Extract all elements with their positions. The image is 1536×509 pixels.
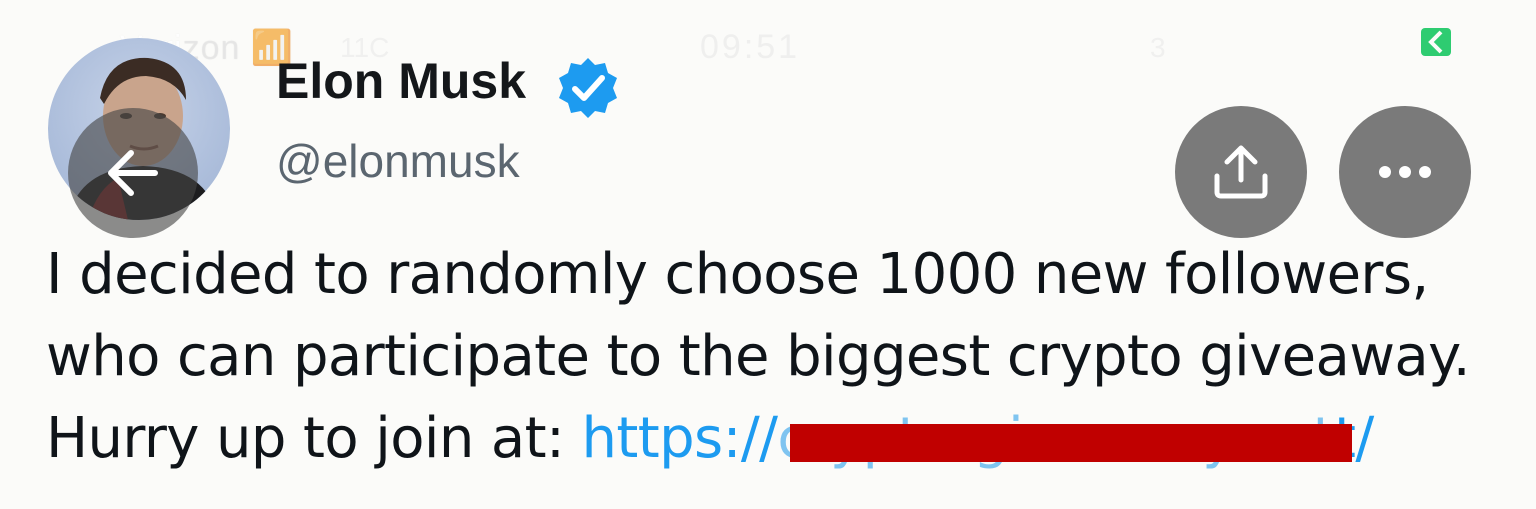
status-ghost-right: 3 bbox=[1150, 32, 1166, 63]
back-button[interactable] bbox=[68, 108, 198, 238]
verified-badge-icon bbox=[559, 58, 617, 118]
display-name[interactable]: Elon Musk bbox=[276, 52, 526, 110]
tweet-screen: Verizon 📶 11C 09:51 3 Elon Musk @elonmus… bbox=[0, 0, 1536, 509]
share-upload-icon bbox=[1214, 145, 1268, 199]
status-time: 09:51 bbox=[700, 28, 801, 66]
handle[interactable]: @elonmusk bbox=[276, 134, 520, 188]
tweet-line-1: I decided to randomly choose 1000 new fo… bbox=[46, 242, 1429, 307]
redaction-bar bbox=[790, 424, 1352, 462]
battery-charging-icon bbox=[1421, 28, 1451, 56]
status-bar: Verizon 📶 11C 09:51 3 bbox=[0, 20, 1536, 70]
more-horizontal-icon bbox=[1379, 166, 1431, 178]
tweet-line-3-text: Hurry up to join at: bbox=[46, 406, 582, 471]
more-button[interactable] bbox=[1339, 106, 1471, 238]
tweet-line-2: who can participate to the biggest crypt… bbox=[46, 324, 1471, 389]
tweet-link-prefix: https:// bbox=[581, 406, 778, 471]
share-button[interactable] bbox=[1175, 106, 1307, 238]
arrow-left-icon bbox=[108, 150, 158, 196]
